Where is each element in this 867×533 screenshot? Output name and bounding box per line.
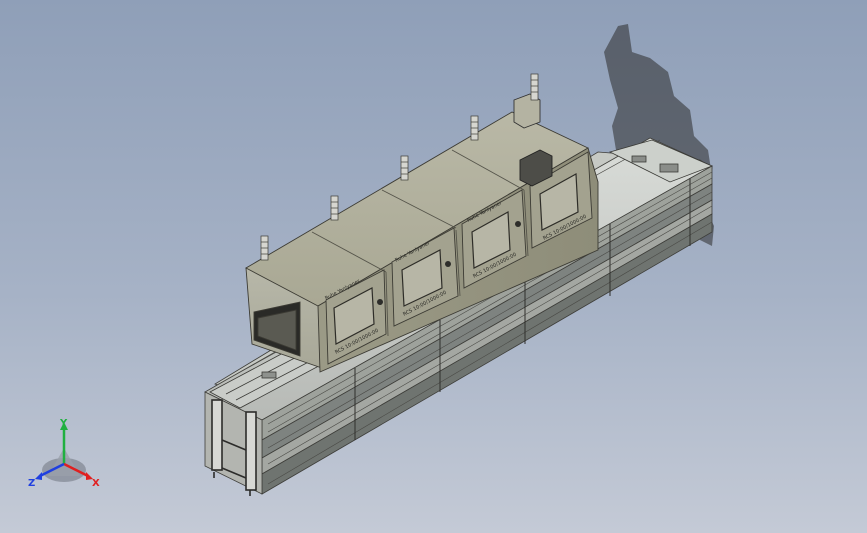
cad-viewport[interactable]: Ruhe Yanlyaner Ruhe Yanlyaner Ruhe Yanly… [0, 0, 867, 533]
z-axis-arrowhead [35, 472, 42, 480]
y-axis-label: Y [59, 418, 68, 429]
oven-knob-2 [445, 261, 451, 267]
exhaust-stack-4 [470, 115, 479, 141]
coordinate-triad[interactable]: Y X Z [24, 418, 106, 494]
z-axis-label: Z [28, 478, 35, 489]
exhaust-stack-3 [400, 155, 409, 181]
x-axis-label: X [92, 478, 100, 489]
oven-knob-3 [515, 221, 521, 227]
oven-knob-1 [377, 299, 383, 305]
exhaust-stack-2 [330, 195, 339, 221]
exhaust-stack-5 [530, 73, 539, 101]
exhaust-stack-1 [260, 235, 269, 261]
